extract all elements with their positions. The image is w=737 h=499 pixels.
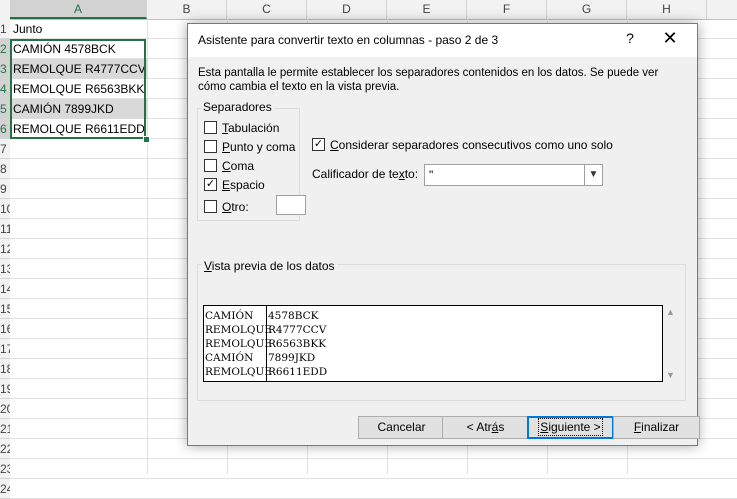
other-separator-input[interactable] xyxy=(276,195,306,215)
column-header-b[interactable]: B xyxy=(147,0,227,19)
preview-cell: 4578BCK xyxy=(268,310,319,322)
cell-a5[interactable]: CAMIÓN 7899JKD xyxy=(11,99,148,119)
separator-checkbox-comma[interactable] xyxy=(204,159,217,172)
row-header-12[interactable]: 12 xyxy=(0,239,10,259)
row-header-2[interactable]: 2 xyxy=(0,39,10,59)
separator-label-other: Otro: xyxy=(222,200,249,214)
dialog-description: Esta pantalla le permite establecer los … xyxy=(198,67,659,93)
back-button[interactable]: < Atrás xyxy=(442,416,529,439)
row-header-5[interactable]: 5 xyxy=(0,99,10,119)
preview-cell: REMOLQUE xyxy=(205,324,273,336)
chevron-down-icon[interactable]: ▼ xyxy=(584,165,602,185)
column-header-e[interactable]: E xyxy=(387,0,467,19)
fill-handle[interactable] xyxy=(143,136,150,143)
help-button[interactable]: ? xyxy=(622,30,638,46)
preview-cell: REMOLQUE xyxy=(205,338,273,350)
separator-checkbox-other[interactable] xyxy=(204,200,217,213)
scroll-up-icon[interactable]: ▲ xyxy=(663,305,678,319)
text-to-columns-dialog: Asistente para convertir texto en column… xyxy=(187,23,700,446)
row-header-21[interactable]: 21 xyxy=(0,419,10,439)
dialog-title: Asistente para convertir texto en column… xyxy=(198,33,499,47)
row-header-11[interactable]: 11 xyxy=(0,219,10,239)
column-header-c[interactable]: C xyxy=(227,0,307,19)
separator-checkbox-semicolon[interactable] xyxy=(204,140,217,153)
row-header-14[interactable]: 14 xyxy=(0,279,10,299)
row-header-8[interactable]: 8 xyxy=(0,159,10,179)
cell-a4[interactable]: REMOLQUE R6563BKK xyxy=(13,79,147,99)
row-header-22[interactable]: 22 xyxy=(0,439,10,459)
cell-a1[interactable]: Junto xyxy=(13,19,147,39)
row-header-17[interactable]: 17 xyxy=(0,339,10,359)
separator-label-tab: Tabulación xyxy=(222,121,280,135)
row-header-23[interactable]: 23 xyxy=(0,459,10,479)
column-header-h[interactable]: H xyxy=(627,0,707,19)
cell-a3[interactable]: REMOLQUE R4777CCV xyxy=(11,59,148,79)
row-header-15[interactable]: 15 xyxy=(0,299,10,319)
separator-checkbox-tab[interactable] xyxy=(204,121,217,134)
close-button[interactable]: ✕ xyxy=(660,28,680,49)
row-header-1[interactable]: 1 xyxy=(0,19,10,39)
grid-line xyxy=(10,478,737,479)
text-qualifier-label: Calificador de texto: xyxy=(312,167,419,181)
text-qualifier-value: " xyxy=(429,168,434,182)
row-header-7[interactable]: 7 xyxy=(0,139,10,159)
column-header-f[interactable]: F xyxy=(467,0,547,19)
finish-button[interactable]: Finalizar xyxy=(613,416,700,439)
column-header-bar: ABCDEFGH xyxy=(0,0,737,20)
preview-cell: R6611EDD xyxy=(268,366,328,378)
separator-label-space: Espacio xyxy=(222,178,265,192)
column-header-g[interactable]: G xyxy=(547,0,627,19)
row-header-9[interactable]: 9 xyxy=(0,179,10,199)
row-header-13[interactable]: 13 xyxy=(0,259,10,279)
preview-cell: CAMIÓN xyxy=(205,352,254,364)
separator-checkbox-space[interactable]: ✓ xyxy=(204,178,217,191)
row-header-18[interactable]: 18 xyxy=(0,359,10,379)
consecutive-checkbox[interactable]: ✓ xyxy=(312,138,325,151)
scroll-down-icon[interactable]: ▼ xyxy=(663,368,678,382)
preview-cell: CAMIÓN xyxy=(205,310,254,322)
separator-label-semicolon: Punto y coma xyxy=(222,140,296,154)
row-header-19[interactable]: 19 xyxy=(0,379,10,399)
text-qualifier-select[interactable]: " ▼ xyxy=(424,164,603,186)
cancel-button[interactable]: Cancelar xyxy=(358,416,445,439)
cell-a2[interactable]: CAMIÓN 4578BCK xyxy=(13,39,147,59)
column-header-a[interactable]: A xyxy=(10,0,147,19)
preview-cell: REMOLQUE xyxy=(205,366,273,378)
consecutive-label: Considerar separadores consecutivos como… xyxy=(330,138,613,152)
grid-line xyxy=(147,19,148,474)
preview-legend: Vista previa de los datos xyxy=(202,259,337,273)
row-header-6[interactable]: 6 xyxy=(0,119,10,139)
grid-line xyxy=(10,458,737,459)
preview-cell: R4777CCV xyxy=(268,324,327,336)
next-button[interactable]: Siguiente > xyxy=(527,416,614,439)
row-header-3[interactable]: 3 xyxy=(0,59,10,79)
preview-cell: 7899JKD xyxy=(268,352,316,364)
cell-a6[interactable]: REMOLQUE R6611EDD xyxy=(13,119,147,139)
separator-label-comma: Coma xyxy=(222,159,255,173)
row-header-24[interactable]: 24 xyxy=(0,479,10,499)
row-header-4[interactable]: 4 xyxy=(0,79,10,99)
preview-scrollbar[interactable]: ▲ ▼ xyxy=(663,305,678,382)
preview-cell: R6563BKK xyxy=(268,338,327,350)
dialog-titlebar: Asistente para convertir texto en column… xyxy=(188,24,697,57)
column-header-d[interactable]: D xyxy=(307,0,387,19)
row-header-16[interactable]: 16 xyxy=(0,319,10,339)
row-header-10[interactable]: 10 xyxy=(0,199,10,219)
separators-legend: Separadores xyxy=(201,100,274,114)
row-header-20[interactable]: 20 xyxy=(0,399,10,419)
data-preview[interactable]: CAMIÓN 4578BCK REMOLQUE R4777CCV REMOLQUE R65… xyxy=(203,305,663,382)
